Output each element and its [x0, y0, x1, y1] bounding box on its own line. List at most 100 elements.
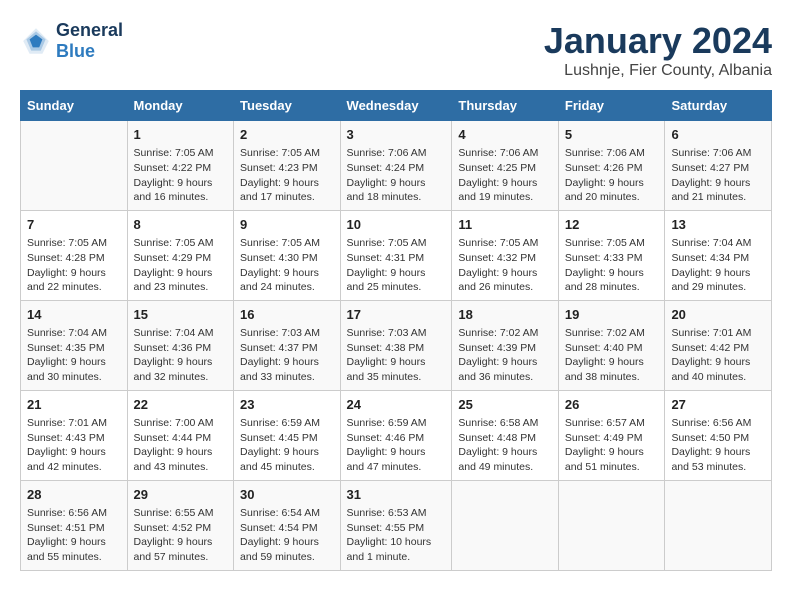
title-area: January 2024 Lushnje, Fier County, Alban… — [544, 20, 772, 80]
calendar-cell: 11 Sunrise: 7:05 AM Sunset: 4:32 PM Dayli… — [452, 210, 559, 300]
col-header-thursday: Thursday — [452, 91, 559, 121]
calendar-cell: 25 Sunrise: 6:58 AM Sunset: 4:48 PM Dayli… — [452, 390, 559, 480]
day-number: 29 — [134, 486, 228, 504]
day-number: 5 — [565, 126, 659, 144]
day-info: Sunrise: 7:05 AM Sunset: 4:22 PM Dayligh… — [134, 146, 228, 205]
day-number: 1 — [134, 126, 228, 144]
day-number: 7 — [27, 216, 121, 234]
day-number: 13 — [671, 216, 765, 234]
calendar-cell: 29 Sunrise: 6:55 AM Sunset: 4:52 PM Dayli… — [127, 480, 234, 570]
day-number: 18 — [458, 306, 552, 324]
day-number: 14 — [27, 306, 121, 324]
day-number: 8 — [134, 216, 228, 234]
day-number: 10 — [347, 216, 446, 234]
calendar-cell: 22 Sunrise: 7:00 AM Sunset: 4:44 PM Dayli… — [127, 390, 234, 480]
day-info: Sunrise: 7:05 AM Sunset: 4:32 PM Dayligh… — [458, 236, 552, 295]
day-info: Sunrise: 7:04 AM Sunset: 4:36 PM Dayligh… — [134, 326, 228, 385]
calendar-cell: 10 Sunrise: 7:05 AM Sunset: 4:31 PM Dayli… — [340, 210, 452, 300]
day-info: Sunrise: 6:59 AM Sunset: 4:46 PM Dayligh… — [347, 416, 446, 475]
day-number: 24 — [347, 396, 446, 414]
day-number: 11 — [458, 216, 552, 234]
calendar-cell: 18 Sunrise: 7:02 AM Sunset: 4:39 PM Dayli… — [452, 300, 559, 390]
day-number: 6 — [671, 126, 765, 144]
calendar-cell: 6 Sunrise: 7:06 AM Sunset: 4:27 PM Daylig… — [665, 121, 772, 211]
day-info: Sunrise: 7:05 AM Sunset: 4:31 PM Dayligh… — [347, 236, 446, 295]
page-header: General Blue January 2024 Lushnje, Fier … — [20, 20, 772, 80]
day-number: 17 — [347, 306, 446, 324]
day-info: Sunrise: 7:06 AM Sunset: 4:27 PM Dayligh… — [671, 146, 765, 205]
calendar-cell: 21 Sunrise: 7:01 AM Sunset: 4:43 PM Dayli… — [21, 390, 128, 480]
calendar-week-row: 21 Sunrise: 7:01 AM Sunset: 4:43 PM Dayli… — [21, 390, 772, 480]
day-info: Sunrise: 7:04 AM Sunset: 4:34 PM Dayligh… — [671, 236, 765, 295]
calendar-cell: 23Sunrise: 6:59 AM Sunset: 4:45 PM Dayli… — [234, 390, 341, 480]
day-number: 25 — [458, 396, 552, 414]
day-number: 3 — [347, 126, 446, 144]
calendar-week-row: 14 Sunrise: 7:04 AM Sunset: 4:35 PM Dayli… — [21, 300, 772, 390]
day-info: Sunrise: 7:04 AM Sunset: 4:35 PM Dayligh… — [27, 326, 121, 385]
day-number: 31 — [347, 486, 446, 504]
logo-text: General Blue — [56, 20, 123, 62]
calendar-cell: 14 Sunrise: 7:04 AM Sunset: 4:35 PM Dayli… — [21, 300, 128, 390]
day-number: 4 — [458, 126, 552, 144]
calendar-cell — [21, 121, 128, 211]
location-title: Lushnje, Fier County, Albania — [544, 62, 772, 80]
calendar-table: SundayMondayTuesdayWednesdayThursdayFrid… — [20, 90, 772, 571]
calendar-cell: 9 Sunrise: 7:05 AM Sunset: 4:30 PM Daylig… — [234, 210, 341, 300]
calendar-cell: 4Sunrise: 7:06 AM Sunset: 4:25 PM Daylig… — [452, 121, 559, 211]
day-number: 28 — [27, 486, 121, 504]
day-number: 21 — [27, 396, 121, 414]
calendar-week-row: 1 Sunrise: 7:05 AM Sunset: 4:22 PM Daylig… — [21, 121, 772, 211]
day-number: 23 — [240, 396, 334, 414]
day-info: Sunrise: 7:05 AM Sunset: 4:30 PM Dayligh… — [240, 236, 334, 295]
col-header-saturday: Saturday — [665, 91, 772, 121]
day-info: Sunrise: 7:00 AM Sunset: 4:44 PM Dayligh… — [134, 416, 228, 475]
calendar-cell: 24 Sunrise: 6:59 AM Sunset: 4:46 PM Dayli… — [340, 390, 452, 480]
day-info: Sunrise: 7:05 AM Sunset: 4:29 PM Dayligh… — [134, 236, 228, 295]
calendar-cell: 20Sunrise: 7:01 AM Sunset: 4:42 PM Dayli… — [665, 300, 772, 390]
day-number: 15 — [134, 306, 228, 324]
day-info: Sunrise: 7:02 AM Sunset: 4:39 PM Dayligh… — [458, 326, 552, 385]
calendar-cell: 30 Sunrise: 6:54 AM Sunset: 4:54 PM Dayli… — [234, 480, 341, 570]
day-info: Sunrise: 6:56 AM Sunset: 4:50 PM Dayligh… — [671, 416, 765, 475]
calendar-cell: 17 Sunrise: 7:03 AM Sunset: 4:38 PM Dayli… — [340, 300, 452, 390]
day-number: 2 — [240, 126, 334, 144]
calendar-cell: 1 Sunrise: 7:05 AM Sunset: 4:22 PM Daylig… — [127, 121, 234, 211]
month-title: January 2024 — [544, 20, 772, 62]
day-number: 22 — [134, 396, 228, 414]
day-number: 30 — [240, 486, 334, 504]
calendar-cell: 15 Sunrise: 7:04 AM Sunset: 4:36 PM Dayli… — [127, 300, 234, 390]
day-info: Sunrise: 7:05 AM Sunset: 4:28 PM Dayligh… — [27, 236, 121, 295]
calendar-week-row: 28Sunrise: 6:56 AM Sunset: 4:51 PM Dayli… — [21, 480, 772, 570]
day-info: Sunrise: 6:58 AM Sunset: 4:48 PM Dayligh… — [458, 416, 552, 475]
calendar-cell: 3Sunrise: 7:06 AM Sunset: 4:24 PM Daylig… — [340, 121, 452, 211]
col-header-tuesday: Tuesday — [234, 91, 341, 121]
logo: General Blue — [20, 20, 123, 62]
day-info: Sunrise: 7:01 AM Sunset: 4:43 PM Dayligh… — [27, 416, 121, 475]
col-header-friday: Friday — [558, 91, 665, 121]
calendar-cell — [665, 480, 772, 570]
day-info: Sunrise: 6:54 AM Sunset: 4:54 PM Dayligh… — [240, 506, 334, 565]
day-info: Sunrise: 6:55 AM Sunset: 4:52 PM Dayligh… — [134, 506, 228, 565]
calendar-cell: 8 Sunrise: 7:05 AM Sunset: 4:29 PM Daylig… — [127, 210, 234, 300]
calendar-cell — [452, 480, 559, 570]
day-info: Sunrise: 7:03 AM Sunset: 4:38 PM Dayligh… — [347, 326, 446, 385]
day-number: 27 — [671, 396, 765, 414]
calendar-cell: 27 Sunrise: 6:56 AM Sunset: 4:50 PM Dayli… — [665, 390, 772, 480]
calendar-cell: 26 Sunrise: 6:57 AM Sunset: 4:49 PM Dayli… — [558, 390, 665, 480]
day-number: 26 — [565, 396, 659, 414]
calendar-cell: 2 Sunrise: 7:05 AM Sunset: 4:23 PM Daylig… — [234, 121, 341, 211]
day-info: Sunrise: 6:57 AM Sunset: 4:49 PM Dayligh… — [565, 416, 659, 475]
day-info: Sunrise: 7:01 AM Sunset: 4:42 PM Dayligh… — [671, 326, 765, 385]
day-info: Sunrise: 7:06 AM Sunset: 4:26 PM Dayligh… — [565, 146, 659, 205]
day-info: Sunrise: 7:05 AM Sunset: 4:33 PM Dayligh… — [565, 236, 659, 295]
day-number: 9 — [240, 216, 334, 234]
calendar-cell — [558, 480, 665, 570]
calendar-cell: 7 Sunrise: 7:05 AM Sunset: 4:28 PM Daylig… — [21, 210, 128, 300]
day-info: Sunrise: 7:05 AM Sunset: 4:23 PM Dayligh… — [240, 146, 334, 205]
day-number: 12 — [565, 216, 659, 234]
col-header-wednesday: Wednesday — [340, 91, 452, 121]
calendar-week-row: 7 Sunrise: 7:05 AM Sunset: 4:28 PM Daylig… — [21, 210, 772, 300]
col-header-monday: Monday — [127, 91, 234, 121]
col-header-sunday: Sunday — [21, 91, 128, 121]
calendar-cell: 13 Sunrise: 7:04 AM Sunset: 4:34 PM Dayli… — [665, 210, 772, 300]
